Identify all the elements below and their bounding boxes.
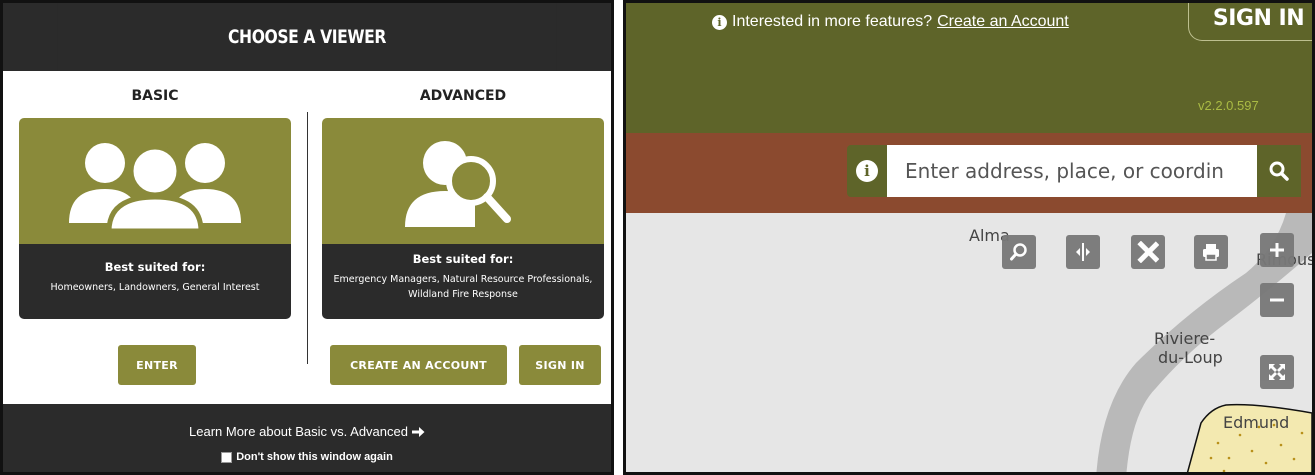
print-button[interactable] <box>1194 235 1228 269</box>
advanced-column: ADVANCED Best suited for: Emergency Mana… <box>322 74 604 319</box>
zoom-search-icon <box>1010 243 1027 261</box>
zoom-out-icon <box>1270 298 1284 302</box>
version-label: v2.2.0.597 <box>1198 98 1259 113</box>
dialog-title: CHOOSE A VIEWER <box>57 3 557 71</box>
advanced-card-description: Best suited for: Emergency Managers, Nat… <box>322 244 604 319</box>
three-users-icon <box>69 143 241 231</box>
full-extent-button[interactable] <box>1260 355 1294 389</box>
column-divider <box>307 112 308 364</box>
basic-card-image <box>19 118 291 244</box>
choose-viewer-dialog: CHOOSE A VIEWER BASIC Best suited for: H… <box>0 0 614 475</box>
zoom-search-button[interactable] <box>1002 235 1036 269</box>
create-account-link[interactable]: Create an Account <box>937 13 1069 31</box>
create-account-button[interactable]: CREATE AN ACCOUNT <box>330 345 507 385</box>
map-label-riviere-2: du-Loup <box>1158 348 1223 367</box>
zoom-in-button[interactable] <box>1260 233 1294 267</box>
swipe-compare-icon <box>1076 243 1090 261</box>
measure-tools-icon <box>1137 241 1159 263</box>
map-canvas[interactable]: Alma Rimous Riviere- du-Loup Edmund <box>626 213 1312 472</box>
map-viewer: i Interested in more features? Create an… <box>623 0 1315 475</box>
search-icon <box>1269 161 1289 181</box>
viewer-sign-in-button[interactable]: SIGN IN <box>1188 3 1312 41</box>
search-info-button[interactable]: i <box>847 145 887 197</box>
learn-more-text: Learn More about Basic vs. Advanced <box>189 424 408 439</box>
swipe-compare-button[interactable] <box>1066 235 1100 269</box>
search-input[interactable] <box>887 145 1257 197</box>
basic-suited-text: Homeowners, Landowners, General Interest <box>50 282 260 293</box>
basic-card-description: Best suited for: Homeowners, Landowners,… <box>19 244 291 319</box>
account-notice: i Interested in more features? Create an… <box>712 13 1069 31</box>
advanced-heading: ADVANCED <box>419 88 507 104</box>
dont-show-label: Don't show this window again <box>236 451 393 463</box>
sign-in-button[interactable]: SIGN IN <box>519 345 601 385</box>
dont-show-checkbox[interactable] <box>221 451 233 463</box>
info-icon: i <box>712 14 727 30</box>
dialog-footer: Learn More about Basic vs. Advanced Don'… <box>3 404 611 472</box>
advanced-card-image <box>322 118 604 244</box>
learn-more-link[interactable]: Learn More about Basic vs. Advanced <box>189 424 425 439</box>
advanced-suited-line2: Wildland Fire Response <box>408 289 518 300</box>
measure-tools-button[interactable] <box>1131 235 1165 269</box>
arrow-right-icon <box>411 426 425 437</box>
user-search-icon <box>405 141 511 227</box>
map-label-riviere-1: Riviere- <box>1154 329 1216 348</box>
advanced-suited-title: Best suited for: <box>412 252 514 266</box>
zoom-out-button[interactable] <box>1260 283 1294 317</box>
dialog-header: CHOOSE A VIEWER <box>3 3 611 71</box>
search-bar: i <box>626 133 1312 213</box>
basic-heading: BASIC <box>131 88 179 104</box>
info-icon: i <box>856 160 878 182</box>
dont-show-again[interactable]: Don't show this window again <box>3 451 611 463</box>
viewer-topbar: i Interested in more features? Create an… <box>626 3 1312 133</box>
full-extent-icon <box>1269 364 1285 380</box>
advanced-card[interactable]: Best suited for: Emergency Managers, Nat… <box>322 118 604 319</box>
search-button[interactable] <box>1257 145 1301 197</box>
notice-text: Interested in more features? <box>732 13 933 30</box>
basic-card[interactable]: Best suited for: Homeowners, Landowners,… <box>19 118 291 319</box>
map-label-edmund: Edmund <box>1223 413 1290 432</box>
print-icon <box>1203 244 1219 261</box>
enter-button[interactable]: ENTER <box>118 345 196 385</box>
basic-column: BASIC Best suited for: Homeowners, Lando… <box>19 74 291 319</box>
basic-suited-title: Best suited for: <box>104 260 206 274</box>
advanced-suited-line1: Emergency Managers, Natural Resource Pro… <box>333 274 593 285</box>
zoom-in-icon <box>1270 243 1284 257</box>
